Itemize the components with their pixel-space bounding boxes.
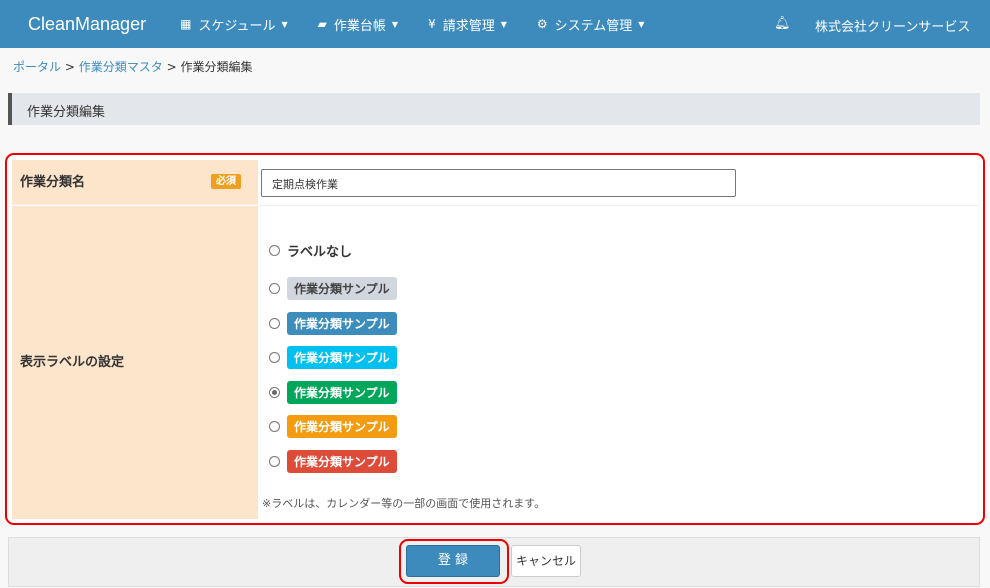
menu-ledger[interactable]: ▰ 作業台帳 ▼	[318, 15, 398, 34]
menu-billing[interactable]: ¥ 請求管理 ▼	[428, 15, 507, 34]
edit-form: 作業分類名 必須 定期点検作業 表示ラベルの設定 ラベルなし 作業分類サンプル 作業…	[5, 153, 985, 525]
label-setting-label: 表示ラベルの設定	[12, 206, 258, 519]
breadcrumb-sep: >	[64, 60, 75, 74]
breadcrumb-sep: >	[166, 60, 177, 74]
save-button[interactable]: 登 録	[406, 545, 500, 577]
menu-label: システム管理	[554, 18, 633, 34]
radio-option-label-3[interactable]: 作業分類サンプル	[269, 346, 397, 369]
radio-option-label-5[interactable]: 作業分類サンプル	[269, 415, 397, 438]
company-menu[interactable]: 株式会社クリーンサービス	[815, 16, 970, 35]
label-sample-pill: 作業分類サンプル	[287, 311, 397, 335]
radio-option-label-4[interactable]: 作業分類サンプル	[269, 380, 397, 404]
gears-icon: ⚙	[536, 17, 548, 31]
menu-system[interactable]: ⚙ システム管理 ▼	[537, 15, 645, 34]
menu-label: スケジュール	[198, 18, 276, 34]
caret-down-icon: ▼	[281, 19, 288, 29]
label-note: ※ラベルは、カレンダー等の一部の画面で使用されます。	[262, 497, 546, 510]
breadcrumb-current: 作業分類編集	[180, 60, 253, 74]
top-navbar: CleanManager ▦ スケジュール ▼ ▰ 作業台帳 ▼ ¥ 請求管理 ▼ ⚙ システ…	[0, 0, 990, 48]
option-text: ラベルなし	[287, 245, 353, 260]
menu-label: 作業台帳	[333, 18, 386, 34]
breadcrumb: ポータル > 作業分類マスタ > 作業分類編集	[13, 58, 252, 75]
divider	[258, 205, 978, 206]
radio-option-label-1[interactable]: 作業分類サンプル	[269, 277, 397, 300]
name-label-text: 作業分類名	[20, 175, 86, 190]
label-sample-pill: 作業分類サンプル	[287, 277, 397, 300]
breadcrumb-category-master[interactable]: 作業分類マスタ	[79, 60, 163, 74]
name-label: 作業分類名 必須	[12, 160, 258, 205]
calendar-icon: ▦	[180, 17, 192, 31]
menu-schedule[interactable]: ▦ スケジュール ▼	[180, 15, 288, 34]
radio-button[interactable]	[269, 283, 280, 294]
radio-button[interactable]	[269, 455, 280, 467]
radio-button[interactable]	[269, 421, 280, 432]
radio-option-label-6[interactable]: 作業分類サンプル	[269, 449, 397, 473]
caret-down-icon: ▼	[391, 19, 399, 29]
radio-button[interactable]	[269, 352, 280, 363]
label-sample-pill: 作業分類サンプル	[287, 449, 397, 473]
brand-logo[interactable]: CleanManager	[28, 14, 146, 35]
radio-button[interactable]	[269, 386, 280, 398]
page-title: 作業分類編集	[8, 93, 980, 125]
caret-down-icon: ▼	[638, 19, 645, 29]
radio-option-none[interactable]: ラベルなし	[269, 241, 352, 260]
cancel-button[interactable]: キャンセル	[511, 545, 581, 577]
radio-option-label-2[interactable]: 作業分類サンプル	[269, 311, 397, 335]
caret-down-icon: ▼	[500, 19, 507, 29]
category-name-input[interactable]: 定期点検作業	[261, 169, 736, 197]
breadcrumb-portal[interactable]: ポータル	[13, 60, 61, 74]
book-icon: ▰	[317, 17, 327, 31]
label-sample-pill: 作業分類サンプル	[287, 415, 397, 438]
radio-button[interactable]	[269, 245, 280, 256]
radio-button[interactable]	[269, 317, 280, 329]
bell-icon[interactable]: 🔔︎	[774, 16, 791, 31]
required-badge: 必須	[211, 174, 241, 189]
yen-icon: ¥	[428, 17, 436, 31]
menu-label: 請求管理	[442, 18, 495, 34]
label-sample-pill: 作業分類サンプル	[287, 346, 397, 369]
label-sample-pill: 作業分類サンプル	[287, 380, 397, 404]
